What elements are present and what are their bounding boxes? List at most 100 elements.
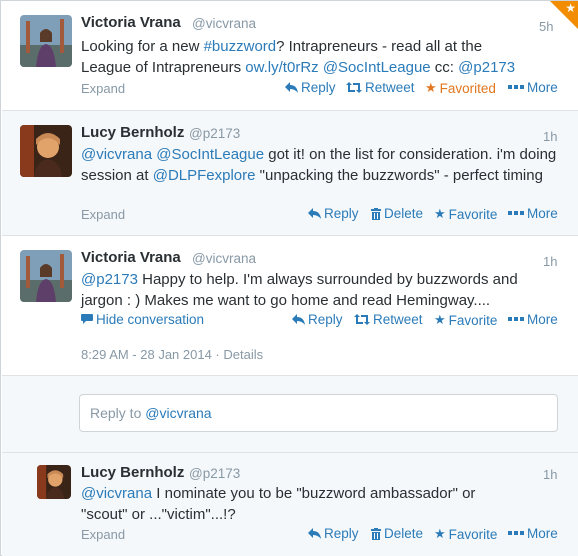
conversation-icon [81, 314, 93, 324]
url-link[interactable]: ow.ly/t0rRz [245, 59, 318, 76]
more-button[interactable]: More [508, 526, 558, 541]
retweet-icon [354, 314, 370, 325]
tweet-time[interactable]: 1h [543, 254, 557, 269]
mention-link[interactable]: @DLPFexplore [153, 167, 256, 184]
delete-icon [371, 527, 381, 540]
reply-label: Reply [308, 312, 343, 327]
delete-button[interactable]: Delete [371, 206, 423, 221]
reply-label: Reply [301, 80, 336, 95]
retweet-icon [346, 82, 362, 93]
more-icon [508, 316, 524, 321]
text-segment: Looking for a new [81, 38, 204, 55]
mention-link[interactable]: @vicvrana [81, 485, 152, 502]
avatar[interactable] [20, 250, 72, 302]
more-button[interactable]: More [508, 80, 558, 95]
mention-link[interactable]: @SocIntLeague [156, 146, 264, 163]
favorite-button[interactable]: ★ Favorite [434, 206, 497, 222]
mention-link[interactable]: @p2173 [458, 59, 515, 76]
favorite-button[interactable]: ★ Favorite [434, 526, 497, 542]
tweet-actions: Hide conversation Reply Retweet ★ Favori… [2, 312, 578, 330]
tweet-actions: Reply Delete ★ Favorite More [2, 526, 578, 544]
favorite-button[interactable]: ★ Favorited [425, 80, 496, 96]
more-label: More [527, 206, 558, 221]
mention-link[interactable]: @SocIntLeague [323, 59, 431, 76]
author-name[interactable]: Victoria Vrana [81, 14, 181, 31]
tweet[interactable]: Lucy Bernholz @p2173 1h @vicvrana @SocIn… [2, 111, 578, 236]
star-icon: ★ [434, 312, 446, 327]
hide-conversation-label: Hide conversation [96, 312, 205, 327]
favorite-label: Favorited [439, 80, 496, 96]
avatar[interactable] [20, 125, 72, 177]
tweet-actions: Reply Delete ★ Favorite More [2, 206, 578, 224]
favorite-button[interactable]: ★ Favorite [434, 312, 497, 328]
hide-conversation-button[interactable]: Hide conversation [81, 312, 204, 327]
author-name[interactable]: Lucy Bernholz [81, 464, 184, 481]
author-name[interactable]: Lucy Bernholz [81, 124, 184, 141]
tweet-time[interactable]: 5h [539, 19, 553, 34]
timestamp-text[interactable]: 8:29 AM - 28 Jan 2014 [81, 347, 212, 362]
delete-button[interactable]: Delete [371, 526, 423, 541]
reply-button[interactable]: Reply [292, 312, 343, 327]
tweet-time[interactable]: 1h [543, 467, 557, 482]
favorite-label: Favorite [448, 312, 498, 328]
star-icon: ★ [434, 206, 446, 221]
reply-input[interactable]: Reply to @vicvrana [79, 394, 558, 432]
favorite-label: Favorite [448, 206, 498, 222]
reply-button[interactable]: Reply [308, 526, 359, 541]
reply-icon [308, 208, 321, 219]
author-handle[interactable]: @vicvrana [192, 16, 256, 31]
more-icon [508, 84, 524, 89]
tweet[interactable]: Lucy Bernholz @p2173 1h @vicvrana I nomi… [2, 453, 578, 556]
reply-icon [285, 82, 298, 93]
star-icon: ★ [565, 1, 576, 15]
tweet-text: @vicvrana I nominate you to be "buzzword… [81, 483, 521, 525]
delete-label: Delete [384, 206, 424, 221]
tweet-timestamp: 8:29 AM - 28 Jan 2014 · Details [81, 347, 264, 362]
tweet-text: Looking for a new #buzzword? Intrapreneu… [81, 36, 521, 78]
delete-icon [371, 207, 381, 220]
avatar[interactable] [37, 465, 71, 499]
reply-button[interactable]: Reply [308, 206, 359, 221]
reply-area: Reply to @vicvrana [2, 376, 578, 453]
author-name[interactable]: Victoria Vrana [81, 249, 181, 266]
retweet-label: Retweet [373, 312, 423, 327]
more-label: More [527, 312, 558, 327]
star-icon: ★ [425, 80, 437, 95]
mention-link[interactable]: @vicvrana [81, 146, 152, 163]
reply-label: Reply [324, 206, 359, 221]
text-segment: Happy to help. I'm always surrounded by … [81, 271, 518, 309]
star-icon: ★ [434, 526, 446, 541]
retweet-label: Retweet [365, 80, 415, 95]
more-button[interactable]: More [508, 206, 558, 221]
reply-icon [308, 528, 321, 539]
tweet-actions: Reply Retweet ★ Favorited More [2, 80, 578, 98]
reply-button[interactable]: Reply [285, 80, 336, 95]
mention-link[interactable]: @p2173 [81, 271, 138, 288]
more-label: More [527, 80, 558, 95]
more-label: More [527, 526, 558, 541]
details-link[interactable]: Details [223, 347, 263, 362]
author-handle[interactable]: @p2173 [189, 466, 240, 481]
tweet-text: @vicvrana @SocIntLeague got it! on the l… [81, 144, 561, 186]
tweet-text: @p2173 Happy to help. I'm always surroun… [81, 269, 551, 311]
more-icon [508, 210, 524, 215]
author-handle[interactable]: @vicvrana [192, 251, 256, 266]
text-segment: "unpacking the buzzwords" - perfect timi… [255, 167, 543, 184]
more-icon [508, 530, 524, 535]
hashtag-link[interactable]: #buzzword [204, 38, 277, 55]
tweet-time[interactable]: 1h [543, 129, 557, 144]
reply-label: Reply [324, 526, 359, 541]
tweet[interactable]: ★ Victoria Vrana @vicvrana 5h Looking fo… [2, 1, 578, 111]
reply-icon [292, 314, 305, 325]
reply-mention: @vicvrana [145, 405, 212, 421]
text-segment: cc: [430, 59, 459, 76]
tweet[interactable]: Victoria Vrana @vicvrana 1h @p2173 Happy… [2, 236, 578, 376]
avatar[interactable] [20, 15, 72, 67]
more-button[interactable]: More [508, 312, 558, 327]
author-handle[interactable]: @p2173 [189, 126, 240, 141]
retweet-button[interactable]: Retweet [354, 312, 423, 327]
favorite-label: Favorite [448, 526, 498, 542]
reply-placeholder: Reply to [90, 405, 146, 421]
retweet-button[interactable]: Retweet [346, 80, 415, 95]
conversation-thread: ★ Victoria Vrana @vicvrana 5h Looking fo… [0, 0, 578, 556]
